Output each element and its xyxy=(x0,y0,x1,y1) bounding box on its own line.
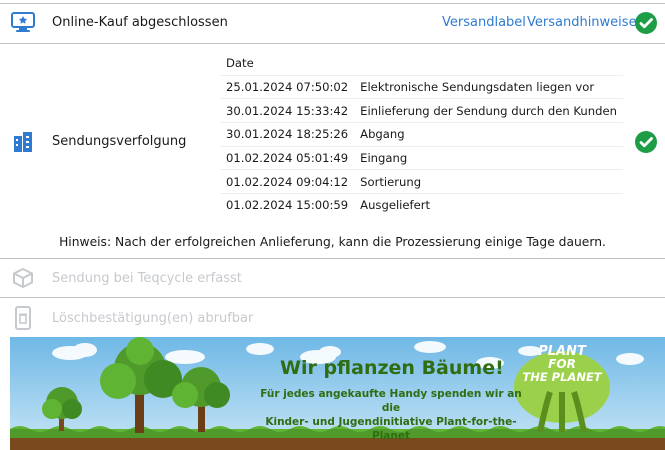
step-title: Sendung bei Teqcycle erfasst xyxy=(52,271,242,286)
event-date: 25.01.2024 07:50:02 xyxy=(220,75,355,100)
event-description: Eingang xyxy=(354,146,623,171)
checkmark-icon xyxy=(635,12,657,34)
event-description: Einlieferung der Sendung durch den Kunde… xyxy=(354,98,623,124)
logo-word: THE PLANET xyxy=(522,370,602,384)
event-date: 01.02.2024 15:00:59 xyxy=(226,198,349,213)
event-description: Sortierung xyxy=(354,169,623,195)
step-title: Online-Kauf abgeschlossen xyxy=(52,15,228,30)
table-row: 25.01.2024 07:50:02 Elektronische Sendung… xyxy=(220,75,623,100)
event-date: 30.01.2024 15:33:42 xyxy=(220,98,355,124)
processing-note: Hinweis: Nach der erfolgreichen Anliefer… xyxy=(59,235,606,249)
divider xyxy=(0,43,665,44)
step-title: Sendungsverfolgung xyxy=(52,134,187,149)
event-description: Elektronische Sendungsdaten liegen vor xyxy=(354,75,623,100)
banner-text-line: Kinder- und Jugendinitiative Plant-for-t… xyxy=(265,416,517,442)
table-row: 01.02.2024 15:00:59 Ausgeliefert xyxy=(220,194,623,217)
box-icon xyxy=(12,267,34,289)
event-description: Ausgeliefert xyxy=(360,198,431,213)
table-row: 30.01.2024 18:25:26 Abgang xyxy=(220,122,623,147)
step-title: Löschbestätigung(en) abrufbar xyxy=(52,311,254,326)
table-row: 01.02.2024 09:04:12 Sortierung xyxy=(220,169,623,195)
shipping-notes-link[interactable]: Versandhinweise xyxy=(527,15,637,30)
phone-delete-icon xyxy=(14,306,32,330)
divider xyxy=(0,258,665,259)
date-column-header: Date xyxy=(220,52,355,76)
table-row: 01.02.2024 05:01:49 Eingang xyxy=(220,146,623,171)
event-date: 01.02.2024 09:04:12 xyxy=(220,169,355,195)
monitor-cart-icon xyxy=(10,10,36,34)
event-description: Abgang xyxy=(354,122,623,147)
tracking-table: Date 25.01.2024 07:50:02 Elektronische Se… xyxy=(220,52,623,217)
divider xyxy=(0,297,665,298)
event-date: 01.02.2024 05:01:49 xyxy=(220,146,355,171)
building-icon xyxy=(13,131,33,153)
banner-text-line: Für jedes angekaufte Handy spenden wir a… xyxy=(260,388,522,414)
table-row: 30.01.2024 15:33:42 Einlieferung der Send… xyxy=(220,98,623,124)
shipping-label-link[interactable]: Versandlabel xyxy=(442,15,526,30)
table-header-row: Date xyxy=(220,52,623,76)
banner-headline: Wir pflanzen Bäume! xyxy=(280,357,504,379)
checkmark-icon xyxy=(635,131,657,153)
banner-text: Für jedes angekaufte Handy spenden wir a… xyxy=(256,387,526,443)
plant-for-the-planet-banner[interactable]: Wir pflanzen Bäume! Für jedes angekaufte… xyxy=(10,337,665,450)
logo-text: PLANT FOR THE PLANET xyxy=(515,345,609,384)
top-divider xyxy=(0,3,665,4)
event-date: 30.01.2024 18:25:26 xyxy=(220,122,355,147)
